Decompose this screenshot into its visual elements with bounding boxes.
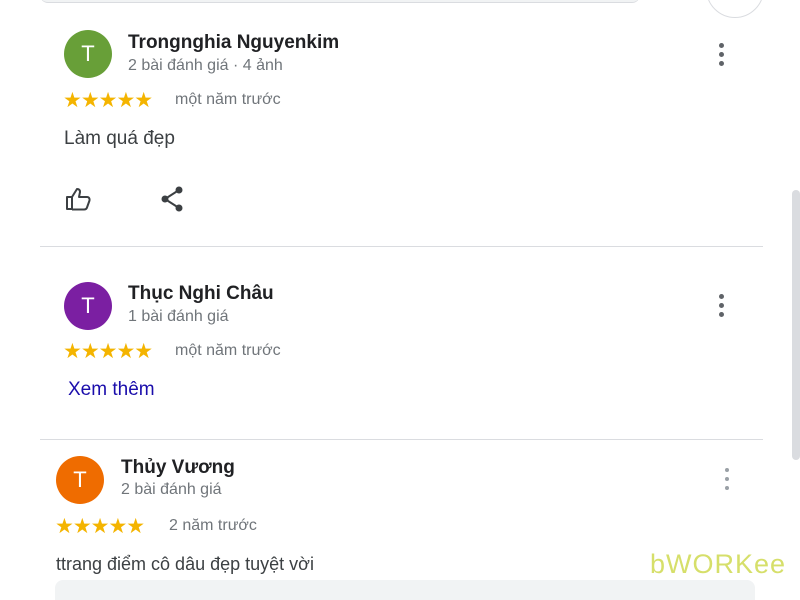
review-text: Làm quá đẹp [64, 128, 175, 149]
review-time: một năm trước [175, 91, 281, 108]
divider [40, 246, 763, 247]
reviewer-meta: 2 bài đánh giá [121, 481, 222, 498]
more-options-icon[interactable] [716, 466, 740, 496]
watermark-logo: bWORKee [649, 549, 786, 579]
reviewer-name[interactable]: Thục Nghi Châu [128, 283, 274, 305]
more-options-icon[interactable] [710, 292, 734, 322]
avatar-letter: T [81, 293, 95, 318]
star-rating: ★★★★★ [63, 89, 153, 112]
more-options-icon[interactable] [710, 41, 734, 71]
avatar-letter: T [81, 41, 95, 66]
thumbs-up-icon[interactable] [63, 183, 95, 215]
reviews-page: T Trongnghia Nguyenkim 2 bài đánh giá · … [0, 0, 800, 600]
star-rating: ★★★★★ [63, 340, 153, 363]
reviewer-name[interactable]: Thủy Vương [121, 457, 235, 479]
review-time: 2 năm trước [169, 517, 257, 534]
owner-response-box [55, 580, 755, 600]
review-text: ttrang điểm cô dâu đẹp tuyệt vời [56, 554, 314, 574]
map-button-edge[interactable] [706, 0, 764, 18]
avatar[interactable]: T [64, 282, 112, 330]
divider [40, 439, 763, 440]
star-rating: ★★★★★ [55, 515, 145, 538]
share-icon[interactable] [157, 183, 189, 215]
avatar-letter: T [73, 467, 87, 492]
reviewer-meta: 1 bài đánh giá [128, 308, 229, 325]
search-bar-edge[interactable] [40, 0, 640, 3]
avatar[interactable]: T [64, 30, 112, 78]
avatar[interactable]: T [56, 456, 104, 504]
see-more-link[interactable]: Xem thêm [68, 379, 155, 401]
reviewer-name[interactable]: Trongnghia Nguyenkim [128, 32, 339, 54]
reviewer-meta: 2 bài đánh giá · 4 ảnh [128, 57, 283, 74]
scrollbar[interactable] [790, 0, 800, 600]
scrollbar-thumb[interactable] [792, 190, 800, 460]
review-time: một năm trước [175, 342, 281, 359]
